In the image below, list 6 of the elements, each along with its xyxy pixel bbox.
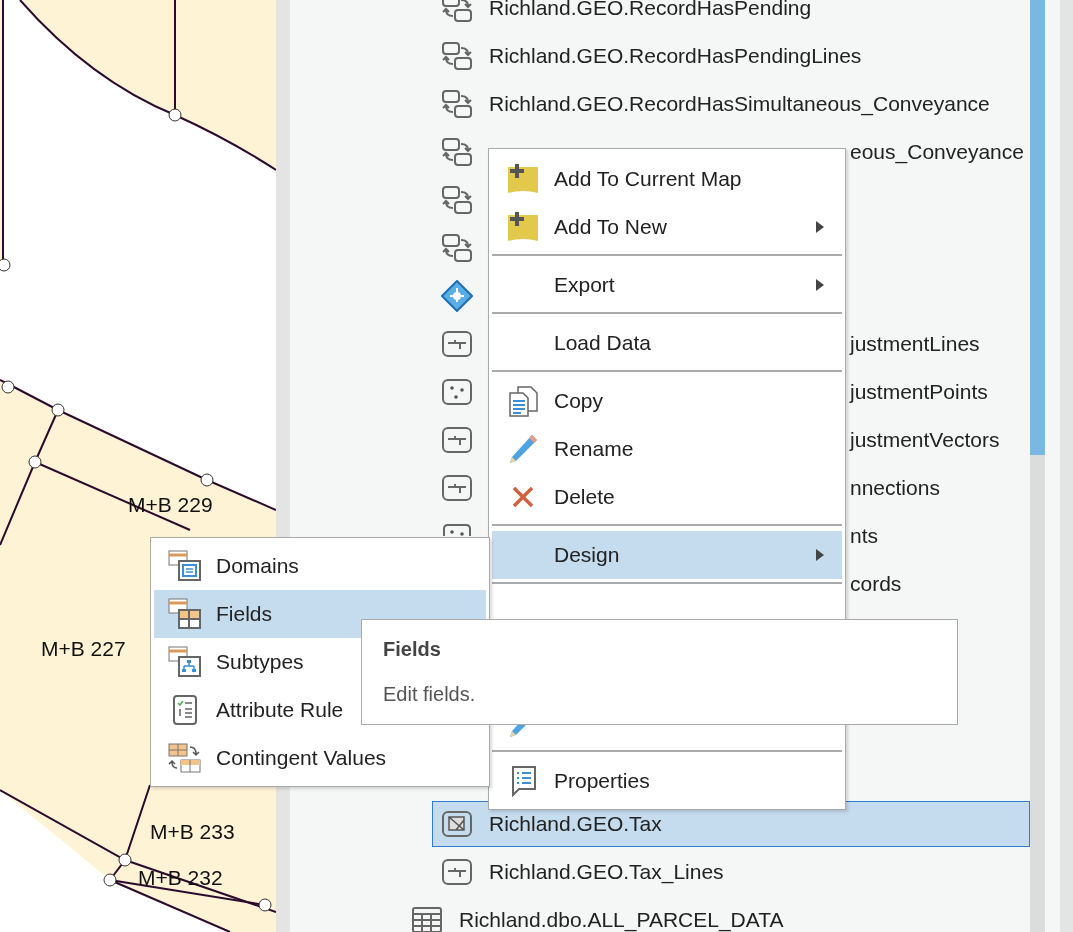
parcel-label: M+B 229: [128, 493, 213, 517]
parcel-label: M+B 232: [138, 866, 223, 890]
tooltip-text: Edit fields.: [383, 683, 477, 706]
tooltip-title: Fields: [383, 638, 442, 661]
parcel-label: M+B 233: [150, 820, 235, 844]
parcel-label: M+B 227: [41, 637, 126, 661]
